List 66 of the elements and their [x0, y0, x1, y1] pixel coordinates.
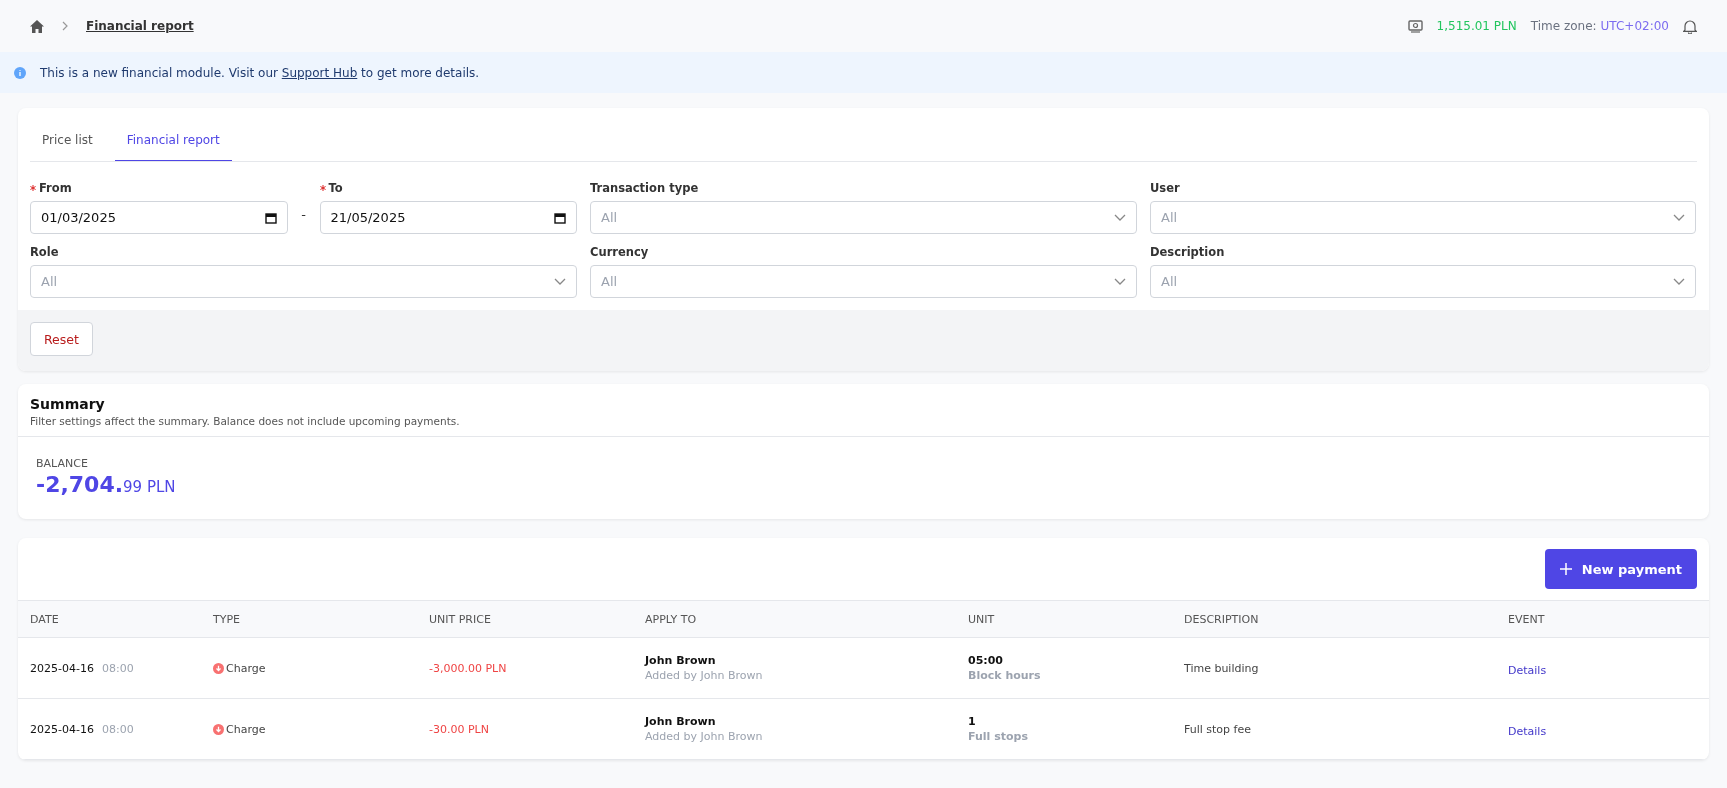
unit-price-cell-text: -30.00 PLN — [429, 722, 490, 736]
added-by-note: Added by John Brown — [645, 730, 764, 743]
field-label: User — [1150, 180, 1180, 195]
breadcrumb-link[interactable]: Financial report — [86, 19, 194, 33]
column-header: EVENT — [1508, 612, 1546, 626]
date-field[interactable]: 01/03/2025 — [30, 201, 288, 234]
field-label: Currency — [590, 244, 649, 259]
time-cell: 08:00 — [101, 722, 134, 736]
added-by-note: Added by John Brown — [645, 669, 764, 682]
apply-to-name: John Brown — [645, 654, 717, 667]
tab[interactable]: Price list — [30, 119, 105, 161]
date-cell: 2025-04-16 — [30, 722, 94, 736]
date-cell: 2025-04-16 — [30, 661, 94, 675]
date-field[interactable]: 21/05/2025 — [319, 201, 577, 234]
field-label: Transaction type — [590, 180, 699, 195]
type-cell: Charge — [226, 722, 266, 736]
tab[interactable]: Financial report — [114, 119, 232, 161]
field-label: Description — [1150, 244, 1225, 259]
summary-title: Summary — [30, 396, 106, 412]
info-message: This is a new financial module. Visit our Support Hub to get more details. — [40, 65, 480, 80]
unit-label: Block hours — [968, 669, 1042, 682]
chevron-down-icon — [1114, 213, 1126, 222]
column-header: DESCRIPTION — [1184, 612, 1260, 626]
description-cell-text: Full stop fee — [1184, 722, 1252, 736]
chevron-right-icon — [62, 21, 68, 31]
account-balance: 1,515.01 PLN — [1436, 19, 1517, 33]
plus-icon — [1559, 563, 1572, 575]
unit-label: Full stops — [968, 730, 1029, 743]
calendar-icon[interactable] — [264, 211, 277, 224]
info-icon — [14, 66, 26, 79]
support-link[interactable]: Support Hub — [281, 65, 358, 80]
reset-button[interactable]: Reset — [30, 322, 93, 356]
cash-icon — [1407, 19, 1423, 33]
unit-value: 05:00 — [968, 654, 1004, 667]
time-cell: 08:00 — [101, 661, 134, 675]
column-header: TYPE — [213, 612, 242, 626]
unit-price-cell-text: -3,000.00 PLN — [429, 661, 508, 675]
chevron-down-icon — [1673, 213, 1685, 222]
field-label: From — [39, 180, 72, 195]
description-cell-text: Time building — [1184, 661, 1260, 675]
field-label: To — [328, 180, 343, 195]
chevron-down-icon — [1114, 277, 1126, 286]
home-icon[interactable] — [30, 19, 44, 33]
bell-icon[interactable] — [1683, 18, 1697, 34]
range-separator: - — [300, 206, 307, 224]
apply-to-name: John Brown — [645, 715, 717, 728]
unit-value: 1 — [968, 715, 977, 728]
summary-subtitle: Filter settings affect the summary. Balance does not include upcoming payments. — [30, 415, 461, 427]
calendar-icon[interactable] — [554, 211, 566, 224]
details-link[interactable]: Details — [1508, 663, 1547, 677]
column-header: UNIT PRICE — [429, 612, 492, 626]
timezone-value[interactable]: UTC+02:00 — [1600, 19, 1669, 33]
column-header: UNIT — [968, 612, 996, 626]
new-payment-button[interactable]: New payment — [1544, 549, 1697, 589]
type-cell: Charge — [226, 661, 266, 675]
field-label: Role — [30, 244, 59, 259]
balance-label: BALANCE — [36, 457, 89, 470]
column-header: DATE — [30, 612, 60, 626]
details-link[interactable]: Details — [1508, 724, 1547, 738]
balance-amount: -2,704.99 PLN — [36, 472, 177, 497]
down-arrow-circle-icon — [213, 662, 224, 674]
chevron-down-icon — [554, 277, 566, 286]
timezone-label: Time zone: — [1530, 19, 1597, 33]
down-arrow-circle-icon — [213, 723, 224, 735]
column-header: APPLY TO — [645, 612, 698, 626]
chevron-down-icon — [1673, 277, 1685, 286]
